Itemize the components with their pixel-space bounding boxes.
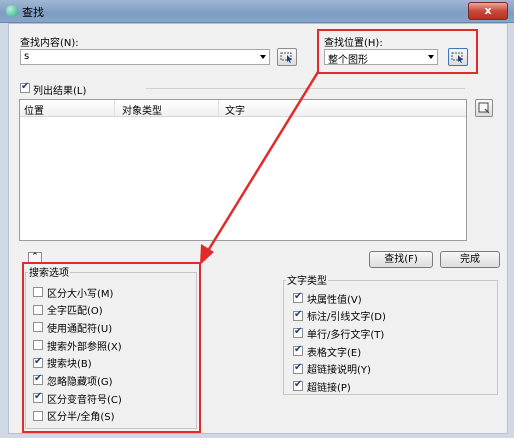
arrow-shaft — [204, 71, 320, 255]
annotation-arrow — [200, 71, 320, 265]
arrow-head — [200, 244, 214, 265]
